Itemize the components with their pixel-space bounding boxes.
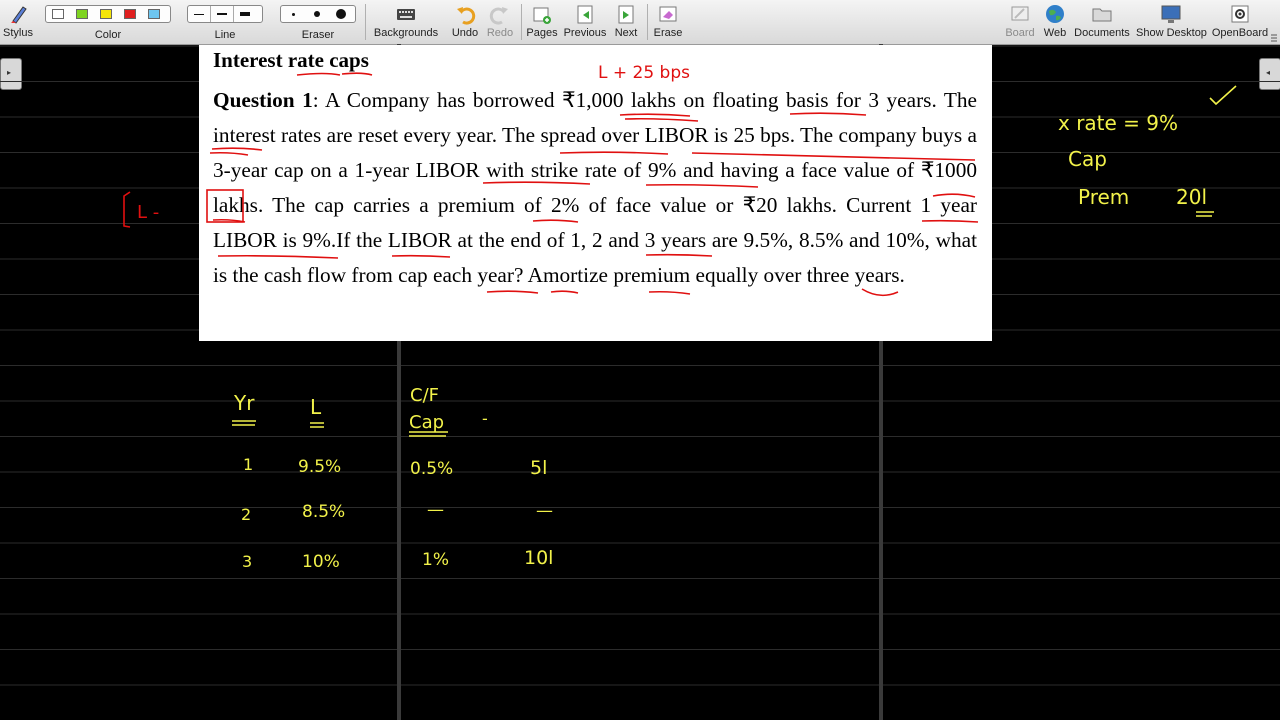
folder-icon — [1092, 8, 1112, 22]
globe-icon — [1046, 5, 1064, 23]
monitor-icon — [1161, 5, 1181, 23]
color-green[interactable] — [76, 9, 88, 19]
line-medium[interactable] — [211, 6, 234, 22]
question-document: Interest rate caps Question 1: A Company… — [199, 45, 992, 341]
eraser-medium[interactable] — [305, 6, 329, 22]
color-white[interactable] — [52, 9, 64, 19]
openboard-button[interactable]: OpenBoard — [1211, 3, 1269, 43]
question-text: : A Company has borrowed ₹1,000 lakhs on… — [213, 88, 977, 287]
window-resize-grip[interactable] — [1270, 28, 1278, 42]
keyboard-icon — [397, 9, 415, 20]
eraser-small[interactable] — [281, 6, 305, 22]
previous-page-icon — [577, 5, 593, 24]
document-title: Interest rate caps — [213, 48, 369, 72]
toolbar: Stylus Color Line Eraser Backgrounds Und… — [0, 0, 1280, 45]
redo-icon — [489, 7, 508, 25]
stylus-icon — [11, 6, 27, 24]
board-button[interactable]: Board — [1003, 3, 1037, 43]
show-desktop-button[interactable]: Show Desktop — [1136, 3, 1207, 43]
color-yellow[interactable] — [100, 9, 112, 19]
line-thick[interactable] — [234, 6, 256, 22]
redo-button[interactable]: Redo — [484, 3, 516, 43]
line-width-selector[interactable]: Line — [186, 3, 264, 43]
next-page-button[interactable]: Next — [610, 3, 642, 43]
erase-button[interactable]: Erase — [652, 3, 684, 43]
eraser-large[interactable] — [329, 6, 353, 22]
pages-button[interactable]: Pages — [524, 3, 560, 43]
color-palette[interactable]: Color — [44, 3, 172, 43]
settings-gear-icon — [1231, 5, 1249, 23]
previous-page-button[interactable]: Previous — [562, 3, 608, 43]
question-label: Question 1 — [213, 88, 313, 112]
next-page-icon — [618, 5, 634, 24]
documents-button[interactable]: Documents — [1074, 3, 1130, 43]
erase-board-icon — [659, 6, 677, 22]
color-red[interactable] — [124, 9, 136, 19]
undo-button[interactable]: Undo — [447, 3, 483, 43]
undo-icon — [457, 7, 476, 25]
web-button[interactable]: Web — [1040, 3, 1070, 43]
grip-icon — [1271, 34, 1277, 42]
eraser-size-selector[interactable]: Eraser — [279, 3, 357, 43]
stylus-button[interactable]: Stylus — [2, 3, 34, 43]
color-swatches[interactable] — [45, 5, 171, 23]
backgrounds-button[interactable]: Backgrounds — [372, 3, 440, 43]
question-paragraph: Question 1: A Company has borrowed ₹1,00… — [213, 83, 977, 293]
pages-icon — [533, 7, 551, 24]
board-icon — [1011, 6, 1029, 21]
line-thin[interactable] — [188, 6, 211, 22]
color-blue[interactable] — [148, 9, 160, 19]
